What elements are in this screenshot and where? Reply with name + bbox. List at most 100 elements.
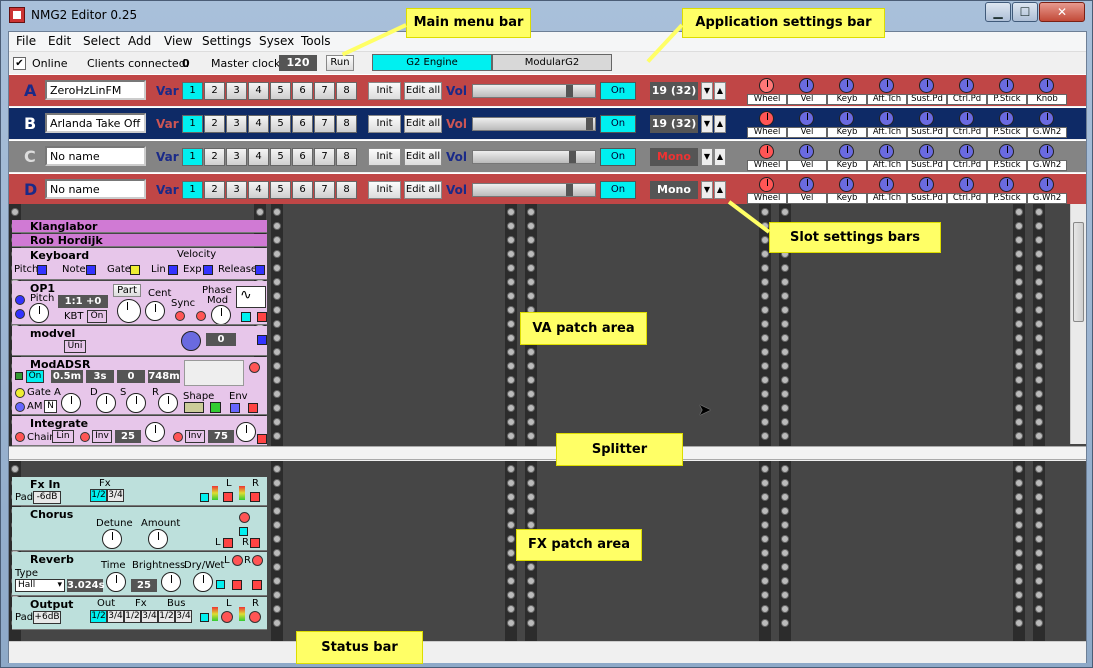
morph-dial[interactable] [1039,78,1054,93]
voices-down-button[interactable]: ▼ [701,148,713,166]
variation-button-6[interactable]: 6 [292,115,313,133]
power-icon[interactable] [239,527,248,536]
variation-button-5[interactable]: 5 [270,148,291,166]
morph-dial[interactable] [919,78,934,93]
morph-control-vel[interactable]: Vel [787,177,827,205]
morph-dial[interactable] [839,78,854,93]
variation-button-1[interactable]: 1 [182,115,203,133]
variation-button-7[interactable]: 7 [314,148,335,166]
tab-modularg2[interactable]: ModularG2 [492,54,612,71]
morph-control-keyb[interactable]: Keyb [827,78,867,106]
voices-display[interactable]: Mono [650,181,698,199]
modvel-value[interactable]: 0 [206,333,236,346]
voices-display[interactable]: 19 (32) [650,82,698,100]
close-button[interactable]: ✕ [1039,2,1085,22]
variation-button-7[interactable]: 7 [314,82,335,100]
voices-display[interactable]: Mono [650,148,698,166]
variation-button-4[interactable]: 4 [248,82,269,100]
voices-up-button[interactable]: ▲ [714,148,726,166]
l-out-port[interactable] [232,580,242,590]
module-output[interactable]: Output Pad +6dB Out Fx Bus 1/2 3/4 1/2 3… [12,597,267,630]
morph-control-knob[interactable]: Knob [1027,78,1067,106]
morph-dial[interactable] [959,144,974,159]
module-modadsr[interactable]: ModADSR On 0.5m 3s 0 748m Gate AM N A D … [12,357,267,415]
exp-out-port[interactable] [203,265,213,275]
r-out-port[interactable] [250,492,260,502]
type-select[interactable]: Hall ▾ [15,579,65,592]
morph-dial[interactable] [999,111,1014,126]
variation-button-8[interactable]: 8 [336,82,357,100]
r-in-port[interactable] [249,611,261,623]
voices-display[interactable]: 19 (32) [650,115,698,133]
morph-control-keyb[interactable]: Keyb [827,144,867,172]
morph-control-sust-pd[interactable]: Sust.Pd [907,78,947,106]
ratio-display[interactable]: 1:1 +0 [58,295,108,308]
morph-control-sust-pd[interactable]: Sust.Pd [907,177,947,205]
morph-dial[interactable] [879,177,894,192]
morph-dial[interactable] [1039,144,1054,159]
module-rob-hordijk[interactable]: Rob Hordijk [12,234,267,247]
modvel-out-port[interactable] [257,335,267,345]
va-vertical-scrollbar[interactable] [1070,204,1086,444]
module-integrate[interactable]: Integrate Chain Lin Inv 25 Inv 75 [12,416,267,446]
splitter[interactable] [9,446,1086,460]
inv1-button[interactable]: Inv [92,430,112,443]
part-button[interactable]: Part [113,284,141,297]
module-klanglabor[interactable]: Klanglabor [12,220,267,233]
morph-dial[interactable] [799,177,814,192]
morph-control-keyb[interactable]: Keyb [827,177,867,205]
menu-tools[interactable]: Tools [301,34,331,48]
pitch-out-port[interactable] [37,265,47,275]
l-out-port[interactable] [223,538,233,548]
init-button[interactable]: Init [368,181,401,199]
am-in-port[interactable] [15,402,25,412]
morph-dial[interactable] [1039,177,1054,192]
init-button[interactable]: Init [368,82,401,100]
morph-control-g-wh2[interactable]: G.Wh2 [1027,177,1067,205]
r-out-port[interactable] [252,580,262,590]
fx-3-4-button[interactable]: 3/4 [141,610,158,623]
volume-slider[interactable] [472,183,596,197]
morph-control-p-stick[interactable]: P.Stick [987,78,1027,106]
fx-1-2-button[interactable]: 1/2 [124,610,141,623]
init-button[interactable]: Init [368,148,401,166]
volume-slider[interactable] [472,150,596,164]
menu-settings[interactable]: Settings [202,34,251,48]
env-in-port[interactable] [249,362,260,373]
morph-control-aft-tch[interactable]: Aft.Tch [867,78,907,106]
morph-control-sust-pd[interactable]: Sust.Pd [907,144,947,172]
minimize-button[interactable]: ▁ [985,2,1011,22]
sustain-dial[interactable] [126,393,146,413]
morph-control-ctrl-pd[interactable]: Ctrl.Pd [947,177,987,205]
morph-control-ctrl-pd[interactable]: Ctrl.Pd [947,78,987,106]
variation-button-8[interactable]: 8 [336,181,357,199]
inv2-button[interactable]: Inv [185,430,205,443]
morph-dial[interactable] [879,111,894,126]
morph-dial[interactable] [759,144,774,159]
patch-name-field[interactable]: ZeroHzLinFM [45,80,146,100]
morph-control-wheel[interactable]: Wheel [747,177,787,205]
volume-slider[interactable] [472,84,596,98]
morph-control-p-stick[interactable]: P.Stick [987,177,1027,205]
edit-all-button[interactable]: Edit all [404,82,442,100]
run-button[interactable]: Run [326,55,354,71]
variation-button-4[interactable]: 4 [248,115,269,133]
module-modvel[interactable]: modvel Uni 0 [12,326,267,356]
slider-thumb[interactable] [566,85,573,97]
fx-1-2-button[interactable]: 1/2 [90,489,107,502]
sync-in-port[interactable] [175,311,185,321]
sustain-value[interactable]: 0 [117,370,145,383]
pad-value[interactable]: +6dB [33,611,61,624]
morph-dial[interactable] [879,144,894,159]
morph-dial[interactable] [959,78,974,93]
morph-control-aft-tch[interactable]: Aft.Tch [867,111,907,139]
variation-button-4[interactable]: 4 [248,148,269,166]
edit-all-button[interactable]: Edit all [404,115,442,133]
env-out-port[interactable] [230,403,240,413]
morph-control-ctrl-pd[interactable]: Ctrl.Pd [947,111,987,139]
release-value[interactable]: 748m [148,370,180,383]
morph-dial[interactable] [799,111,814,126]
release-out-port[interactable] [255,265,265,275]
variation-button-3[interactable]: 3 [226,115,247,133]
morph-dial[interactable] [839,144,854,159]
